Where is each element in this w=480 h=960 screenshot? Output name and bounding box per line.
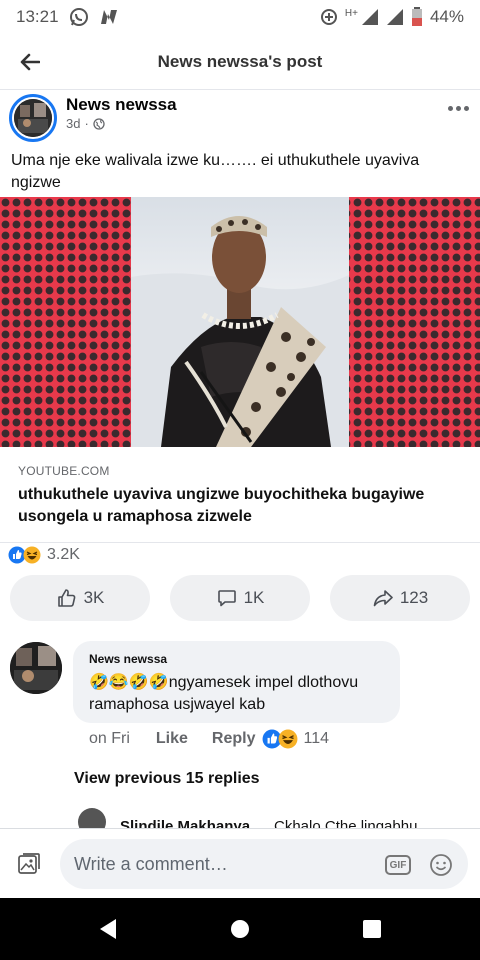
reaction-count: 3.2K: [47, 546, 80, 563]
nav-recents-button[interactable]: [359, 916, 385, 942]
comment-emojis: 🤣😂🤣🤣: [89, 674, 169, 691]
dot-icon: [447, 105, 453, 111]
post-age[interactable]: 3d: [66, 116, 80, 131]
share-count: 123: [399, 588, 429, 607]
more-options-button[interactable]: [446, 98, 470, 118]
link-preview-image[interactable]: [0, 197, 480, 447]
view-previous-replies[interactable]: View previous 15 replies: [74, 770, 260, 788]
like-button[interactable]: 3K: [10, 575, 150, 621]
person-illustration: [131, 216, 349, 447]
author-avatar[interactable]: [9, 94, 57, 142]
reply-author[interactable]: Slindile Makhanya: [120, 818, 250, 828]
photo-icon[interactable]: [16, 851, 42, 877]
reaction-summary[interactable]: 3.2K: [8, 546, 80, 564]
system-nav-bar: [0, 898, 480, 960]
comment-icon: [217, 590, 236, 607]
thumbs-up-icon: [57, 589, 75, 607]
nav-back-button[interactable]: [95, 916, 121, 942]
gif-button[interactable]: GIF: [385, 855, 411, 875]
post-header: News newssa's post: [0, 34, 480, 90]
reply-avatar[interactable]: [78, 808, 106, 828]
page-title: News newssa's post: [157, 51, 323, 71]
meta-separator: ·: [84, 116, 89, 131]
post-meta: 3d ·: [66, 116, 105, 131]
comment-bubble[interactable]: News newssa 🤣😂🤣🤣ngyamesek impel dlothovu…: [73, 641, 400, 723]
avatar-photo: [14, 99, 52, 137]
battery-level: 44%: [429, 7, 464, 26]
signal-icon: [386, 9, 403, 25]
haha-icon: [278, 729, 297, 749]
battery-icon: [411, 7, 422, 26]
author-name[interactable]: News newssa: [66, 95, 177, 115]
dot-icon: [463, 105, 469, 111]
comment-text: 🤣😂🤣🤣ngyamesek impel dlothovu ramaphosa u…: [89, 672, 384, 716]
dot-icon: [455, 105, 461, 111]
comment-button[interactable]: 1K: [170, 575, 310, 621]
comment-composer: GIF: [0, 828, 480, 898]
avatar-photo: [10, 642, 62, 694]
square-recents-icon: [363, 920, 381, 938]
comment-count: 1K: [243, 588, 265, 607]
data-saver-icon: [320, 9, 337, 25]
clock: 13:21: [16, 7, 59, 26]
comment-time: on Fri: [89, 730, 130, 747]
circle-home-icon: [231, 920, 249, 938]
signal-icon: [361, 9, 378, 25]
link-domain: YOUTUBE.COM: [18, 464, 110, 478]
emoji-icon[interactable]: [429, 853, 453, 877]
link-preview[interactable]: YOUTUBE.COM uthukuthele uyaviva ungizwe …: [0, 447, 480, 543]
whatsapp-icon: [69, 8, 88, 26]
comment-reaction-count: 114: [303, 730, 330, 747]
comment-like-button[interactable]: Like: [156, 730, 188, 748]
reply-text: Ckhalo Cthe lingabhu: [274, 818, 418, 828]
action-bar: 3K 1K 123: [10, 575, 470, 621]
back-button[interactable]: [0, 34, 60, 90]
arrow-left-icon: [20, 53, 40, 70]
comment-meta: on Fri Like Reply 114: [89, 729, 329, 749]
comment-author[interactable]: News newssa: [89, 652, 384, 666]
status-bar: 13:21 H+ 44%: [0, 0, 480, 34]
globe-icon: [93, 117, 105, 130]
commenter-avatar[interactable]: [10, 642, 62, 694]
share-icon: [373, 590, 393, 607]
like-count: 3K: [83, 588, 105, 607]
post-text: Uma nje eke walivala izwe ku……. ei uthuk…: [11, 152, 420, 191]
reply-peek: Slindile Makhanya Ckhalo Cthe lingabhu: [78, 806, 480, 828]
nav-home-button[interactable]: [227, 916, 253, 942]
network-type: H+: [344, 7, 358, 19]
share-button[interactable]: 123: [330, 575, 470, 621]
n-app-icon: [100, 10, 117, 24]
haha-icon: [23, 546, 41, 564]
link-title: uthukuthele uyaviva ungizwe buyochitheka…: [18, 486, 425, 525]
post-author-row: News newssa 3d ·: [0, 92, 480, 142]
triangle-back-icon: [100, 919, 116, 939]
comment-reply-button[interactable]: Reply: [212, 730, 256, 748]
person-photo: [131, 197, 349, 447]
